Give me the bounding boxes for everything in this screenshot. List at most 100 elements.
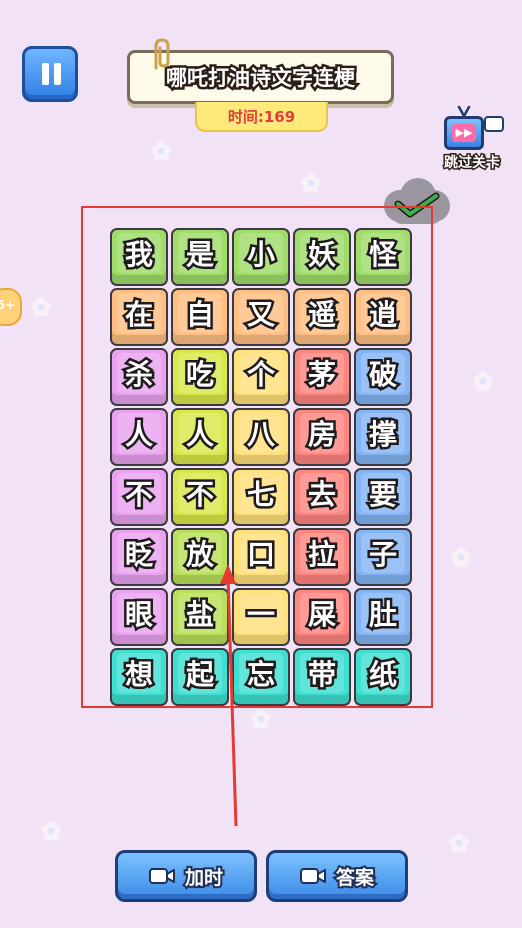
- word-tile[interactable]: 吃: [171, 348, 229, 406]
- flower-decoration: [450, 546, 472, 568]
- word-tile-char: 不: [183, 476, 216, 514]
- word-tile[interactable]: 拉: [293, 528, 351, 586]
- word-tile-char: 肚: [366, 596, 399, 634]
- word-tile[interactable]: 在: [110, 288, 168, 346]
- skip-level-label: 跳过关卡: [443, 154, 502, 173]
- word-tile[interactable]: 带: [293, 648, 351, 706]
- word-tile-char: 一: [244, 596, 277, 634]
- word-tile[interactable]: 小: [232, 228, 290, 286]
- word-tile[interactable]: 纸: [354, 648, 412, 706]
- word-tile-char: 杀: [122, 356, 155, 394]
- word-tile-char: 放: [183, 536, 216, 574]
- word-tile[interactable]: 放: [171, 528, 229, 586]
- word-tile[interactable]: 眼: [110, 588, 168, 646]
- video-camera-icon: [299, 868, 326, 884]
- word-tile-char: 八: [244, 416, 277, 454]
- word-tile[interactable]: 杀: [110, 348, 168, 406]
- word-tile-char: 逍: [366, 296, 399, 334]
- flower-decoration: [30, 296, 52, 318]
- word-tile[interactable]: 去: [293, 468, 351, 526]
- flower-decoration: [40, 820, 62, 842]
- word-tile[interactable]: 子: [354, 528, 412, 586]
- word-tile[interactable]: 茅: [293, 348, 351, 406]
- word-tile[interactable]: 肚: [354, 588, 412, 646]
- tv-icon: ▶▶: [444, 116, 484, 150]
- word-tile[interactable]: 逍: [354, 288, 412, 346]
- word-board: 我是小妖怪在自又遥逍杀吃个茅破人人八房撑不不七去要眨放口拉子眼盐一屎肚想起忘带纸: [110, 228, 412, 706]
- word-tile-char: 想: [122, 656, 155, 694]
- word-tile[interactable]: 口: [232, 528, 290, 586]
- flower-decoration: [448, 832, 470, 854]
- word-tile-char: 房: [305, 416, 338, 454]
- word-tile-char: 茅: [305, 356, 338, 394]
- word-tile[interactable]: 屎: [293, 588, 351, 646]
- word-tile[interactable]: 起: [171, 648, 229, 706]
- flower-decoration: [250, 708, 272, 730]
- word-tile[interactable]: 不: [110, 468, 168, 526]
- word-tile[interactable]: 人: [171, 408, 229, 466]
- word-tile[interactable]: 妖: [293, 228, 351, 286]
- word-tile[interactable]: 是: [171, 228, 229, 286]
- word-tile[interactable]: 忘: [232, 648, 290, 706]
- word-tile-char: 屎: [305, 596, 338, 634]
- word-tile[interactable]: 我: [110, 228, 168, 286]
- word-tile-char: 口: [244, 536, 277, 574]
- level-title: 哪吒打油诗文字连梗: [164, 64, 358, 93]
- flower-decoration: [150, 140, 172, 162]
- add-time-label: 加时: [183, 865, 225, 891]
- word-tile-char: 子: [366, 536, 399, 574]
- pause-button[interactable]: [22, 46, 78, 102]
- paperclip-icon: [154, 38, 170, 70]
- word-tile-char: 拉: [305, 536, 338, 574]
- word-tile-char: 七: [244, 476, 277, 514]
- word-tile[interactable]: 一: [232, 588, 290, 646]
- answer-label: 答案: [334, 865, 376, 891]
- pause-icon: [54, 63, 61, 85]
- word-tile[interactable]: 撑: [354, 408, 412, 466]
- word-tile[interactable]: 要: [354, 468, 412, 526]
- timer: 时间:169: [195, 102, 328, 132]
- word-tile-char: 又: [244, 296, 277, 334]
- word-tile-char: 忘: [244, 656, 277, 694]
- word-tile-char: 人: [122, 416, 155, 454]
- word-tile[interactable]: 不: [171, 468, 229, 526]
- word-tile[interactable]: 房: [293, 408, 351, 466]
- word-tile-char: 起: [183, 656, 216, 694]
- word-tile-char: 不: [122, 476, 155, 514]
- word-tile-char: 自: [183, 296, 216, 334]
- word-tile-char: 吃: [183, 356, 216, 394]
- answer-button[interactable]: 答案: [266, 850, 408, 902]
- word-tile[interactable]: 又: [232, 288, 290, 346]
- skip-level-button[interactable]: ▶▶ 跳过关卡: [438, 104, 506, 173]
- word-tile-char: 去: [305, 476, 338, 514]
- word-tile-char: 破: [366, 356, 399, 394]
- word-tile[interactable]: 七: [232, 468, 290, 526]
- word-tile[interactable]: 想: [110, 648, 168, 706]
- word-tile-char: 眨: [122, 536, 155, 574]
- word-tile-char: 眼: [122, 596, 155, 634]
- word-tile-char: 要: [366, 476, 399, 514]
- side-badge[interactable]: 5+: [0, 288, 22, 326]
- word-tile[interactable]: 破: [354, 348, 412, 406]
- flower-decoration: [472, 370, 494, 392]
- word-tile[interactable]: 怪: [354, 228, 412, 286]
- word-tile[interactable]: 遥: [293, 288, 351, 346]
- video-camera-icon: [484, 116, 504, 132]
- word-tile-char: 遥: [305, 296, 338, 334]
- word-tile-char: 纸: [366, 656, 399, 694]
- flower-decoration: [300, 172, 322, 194]
- word-tile-char: 我: [122, 236, 155, 274]
- word-tile[interactable]: 个: [232, 348, 290, 406]
- word-tile-char: 怪: [366, 236, 399, 274]
- word-tile-char: 撑: [366, 416, 399, 454]
- word-tile[interactable]: 自: [171, 288, 229, 346]
- word-tile[interactable]: 眨: [110, 528, 168, 586]
- word-tile[interactable]: 人: [110, 408, 168, 466]
- word-tile[interactable]: 八: [232, 408, 290, 466]
- word-tile-char: 个: [244, 356, 277, 394]
- word-tile-char: 带: [305, 656, 338, 694]
- word-tile-char: 在: [122, 296, 155, 334]
- add-time-button[interactable]: 加时: [115, 850, 257, 902]
- word-tile[interactable]: 盐: [171, 588, 229, 646]
- word-tile-char: 盐: [183, 596, 216, 634]
